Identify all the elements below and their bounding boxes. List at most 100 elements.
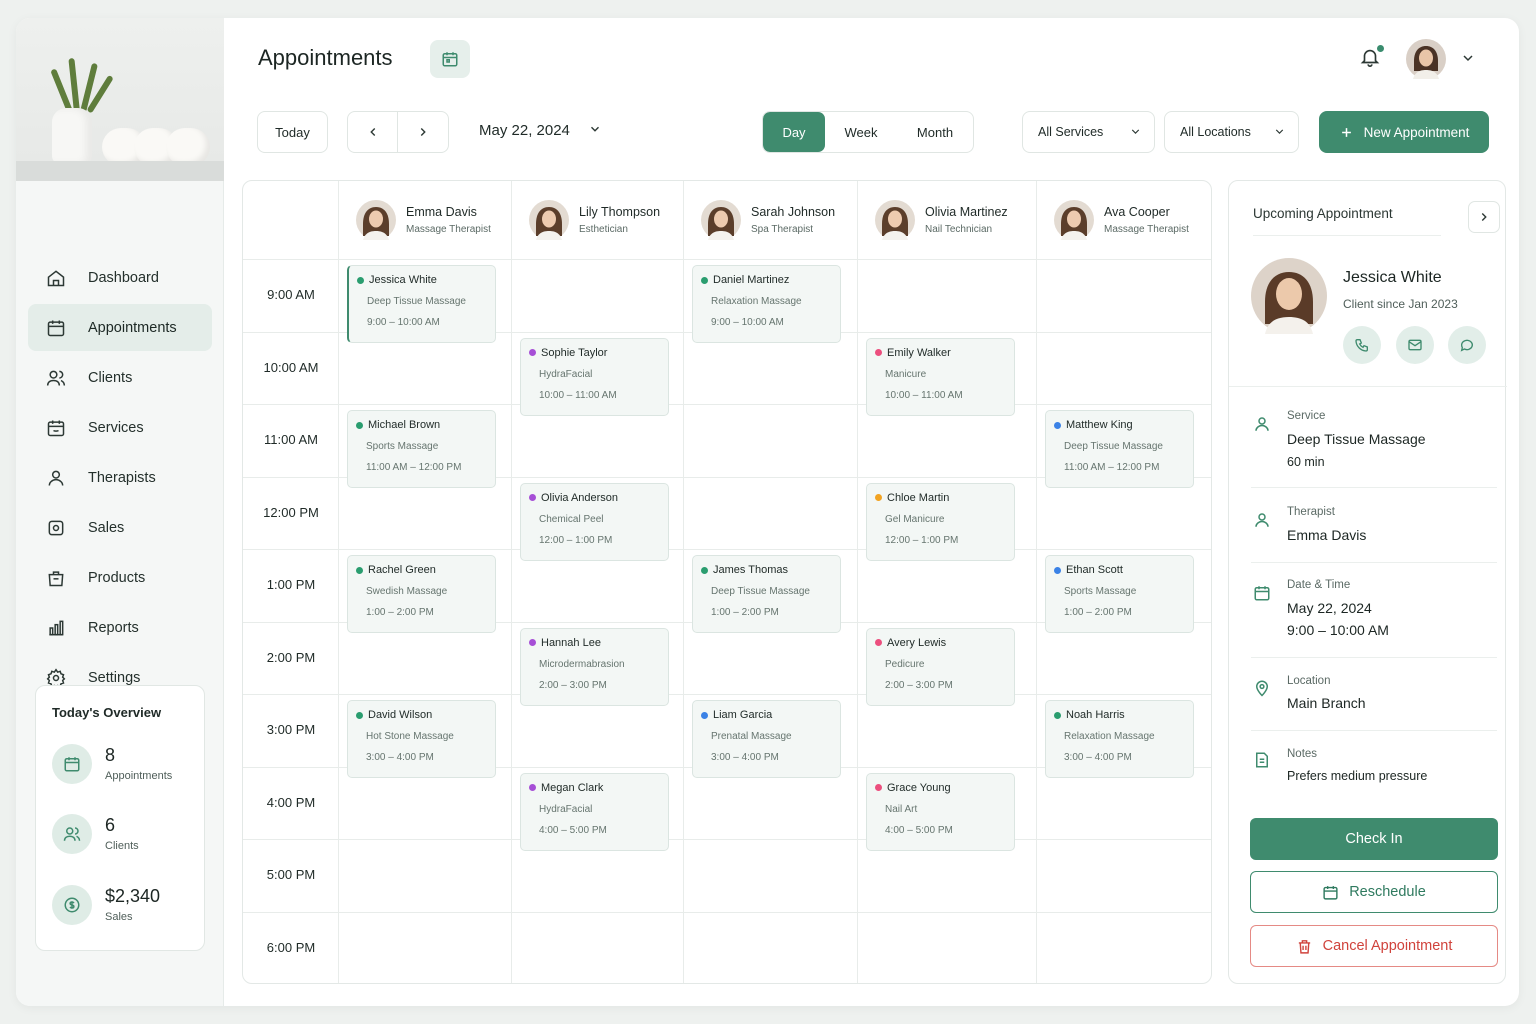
locations-dropdown[interactable]: All Locations (1164, 111, 1299, 153)
appointment-time: 4:00 – 5:00 PM (885, 824, 953, 836)
home-icon (46, 268, 66, 288)
sidebar-item-services[interactable]: Services (28, 404, 212, 451)
view-day-button[interactable]: Day (763, 112, 825, 152)
time-slot-label: 9:00 AM (267, 287, 315, 303)
appointment-client: Chloe Martin (887, 491, 950, 504)
check-in-button[interactable]: Check In (1250, 818, 1498, 860)
appointment-card[interactable]: David Wilson Hot Stone Massage 3:00 – 4:00… (347, 700, 496, 778)
sidebar-item-reports[interactable]: Reports (28, 604, 212, 651)
appointment-service: Relaxation Massage (711, 296, 802, 307)
appointment-client: Emily Walker (887, 346, 951, 359)
status-dot (356, 421, 363, 429)
chat-icon[interactable] (1448, 326, 1486, 364)
sidebar-item-dashboard[interactable]: Dashboard (28, 254, 212, 301)
appointment-client: Rachel Green (368, 564, 436, 576)
therapist-name: Lily Thompson (579, 205, 661, 219)
appointment-service: Hot Stone Massage (366, 731, 454, 742)
overview-appointments: 8 Appointments (52, 744, 172, 784)
therapist-role: Massage Therapist (406, 224, 491, 235)
appointment-card[interactable]: Noah Harris Relaxation Massage 3:00 – 4:00… (1045, 700, 1194, 778)
overview-clients-label: Clients (105, 839, 139, 852)
sales-icon (46, 518, 66, 538)
mail-icon[interactable] (1396, 326, 1434, 364)
bag-icon (46, 568, 66, 588)
appointment-time: 11:00 AM – 12:00 PM (1064, 462, 1160, 473)
sidebar-item-appointments[interactable]: Appointments (28, 304, 212, 351)
today-button[interactable]: Today (257, 111, 328, 153)
appointment-card[interactable]: Sophie Taylor HydraFacial 10:00 – 11:00 AM (520, 337, 669, 416)
therapist-avatar (701, 200, 741, 240)
status-dot (701, 276, 708, 284)
appointment-client: Sophie Taylor (541, 346, 608, 359)
appointment-card[interactable]: Liam Garcia Prenatal Massage 3:00 – 4:00 P… (692, 700, 841, 778)
date-picker[interactable]: May 22, 2024 (479, 122, 602, 140)
users-icon (52, 814, 92, 854)
cancel-appointment-button[interactable]: Cancel Appointment (1250, 925, 1498, 967)
status-dot (875, 349, 882, 356)
avatar[interactable] (1406, 39, 1446, 79)
appointment-card[interactable]: Matthew King Deep Tissue Massage 11:00 AM … (1045, 410, 1194, 488)
appointment-service: Swedish Massage (366, 586, 448, 597)
appointment-service: Relaxation Massage (1064, 731, 1155, 742)
services-dropdown[interactable]: All Services (1022, 111, 1155, 153)
sidebar-item-label: Sales (88, 519, 125, 536)
todays-overview-card: Today's Overview 8 Appointments 6 Client… (35, 685, 205, 951)
sidebar-item-label: Reports (88, 619, 139, 636)
status-dot (701, 566, 708, 574)
sidebar: Dashboard Appointments Clients Services Ther… (16, 18, 224, 1006)
therapist-avatar (1054, 200, 1094, 240)
reschedule-button[interactable]: Reschedule (1250, 871, 1498, 913)
therapist-column-header: Ava Cooper Massage Therapist (1054, 181, 1189, 259)
calendar-icon (1253, 584, 1273, 604)
chevron-right-icon[interactable] (1468, 201, 1500, 233)
appointment-card[interactable]: Megan Clark HydraFacial 4:00 – 5:00 PM (520, 772, 669, 851)
day-calendar-grid: Emma Davis Massage Therapist Lily Thompson… (242, 180, 1212, 984)
view-month-button[interactable]: Month (897, 112, 973, 152)
view-week-button[interactable]: Week (825, 112, 897, 152)
appointment-card[interactable]: James Thomas Deep Tissue Massage 1:00 – 2:… (692, 555, 841, 633)
appointment-service: Deep Tissue Massage (1064, 441, 1163, 452)
overview-sales-value: $2,340 (105, 886, 161, 907)
sidebar-item-therapists[interactable]: Therapists (28, 454, 212, 501)
appointment-time: 9:00 – 10:00 AM (711, 317, 784, 328)
notification-dot (1377, 45, 1384, 52)
appointment-service: Deep Tissue Massage (711, 586, 810, 597)
sidebar-item-products[interactable]: Products (28, 554, 212, 601)
appointment-card[interactable]: Michael Brown Sports Massage 11:00 AM – 12… (347, 410, 496, 488)
appointment-card[interactable]: Chloe Martin Gel Manicure 12:00 – 1:00 PM (866, 482, 1015, 561)
appointment-card[interactable]: Emily Walker Manicure 10:00 – 11:00 AM (866, 337, 1015, 416)
sidebar-item-label: Services (88, 419, 144, 436)
therapist-column-header: Sarah Johnson Spa Therapist (701, 181, 835, 259)
appointment-card[interactable]: Jessica White Deep Tissue Massage 9:00 – 1… (347, 265, 496, 343)
sidebar-item-label: Settings (88, 669, 141, 686)
view-switcher: Day Week Month (762, 111, 974, 153)
overview-sales-label: Sales (105, 910, 133, 923)
appointment-service: Nail Art (885, 803, 918, 815)
sidebar-item-clients[interactable]: Clients (28, 354, 212, 401)
overview-appointments-value: 8 (105, 745, 116, 766)
appointment-card[interactable]: Grace Young Nail Art 4:00 – 5:00 PM (866, 772, 1015, 851)
sidebar-item-sales[interactable]: Sales (28, 504, 212, 551)
appointment-service: Microdermabrasion (539, 658, 625, 670)
status-dot (529, 639, 536, 646)
status-dot (1054, 566, 1061, 574)
appointment-card[interactable]: Hannah Lee Microdermabrasion 2:00 – 3:00 P… (520, 627, 669, 706)
dollar-icon (52, 885, 92, 925)
appointment-client: Liam Garcia (713, 709, 773, 721)
appointment-card[interactable]: Avery Lewis Pedicure 2:00 – 3:00 PM (866, 627, 1015, 706)
appointment-card[interactable]: Daniel Martinez Relaxation Massage 9:00 – … (692, 265, 841, 343)
appointment-card[interactable]: Rachel Green Swedish Massage 1:00 – 2:00 P… (347, 555, 496, 633)
phone-icon[interactable] (1343, 326, 1381, 364)
chevron-right-icon[interactable] (398, 112, 448, 152)
new-appointment-button[interactable]: New Appointment (1319, 111, 1489, 153)
appointment-card[interactable]: Olivia Anderson Chemical Peel 12:00 – 1:00… (520, 482, 669, 561)
reschedule-label: Reschedule (1349, 884, 1426, 900)
appointment-card[interactable]: Ethan Scott Sports Massage 1:00 – 2:00 PM (1045, 555, 1194, 633)
chevron-down-icon (1273, 125, 1286, 141)
chevron-down-icon[interactable] (1460, 50, 1476, 71)
chevron-left-icon[interactable] (348, 112, 398, 152)
calendar-icon[interactable] (430, 40, 470, 78)
client-name: Jessica White (1343, 269, 1442, 286)
upcoming-appointment-panel: Upcoming Appointment Jessica White Clien… (1228, 180, 1507, 984)
therapist-avatar (875, 200, 915, 240)
